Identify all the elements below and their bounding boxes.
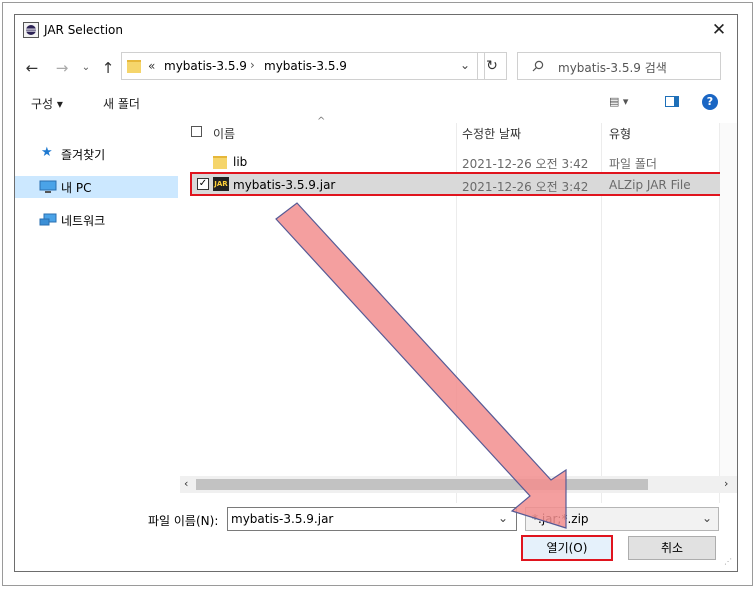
annotation-arrow: [275, 202, 567, 529]
